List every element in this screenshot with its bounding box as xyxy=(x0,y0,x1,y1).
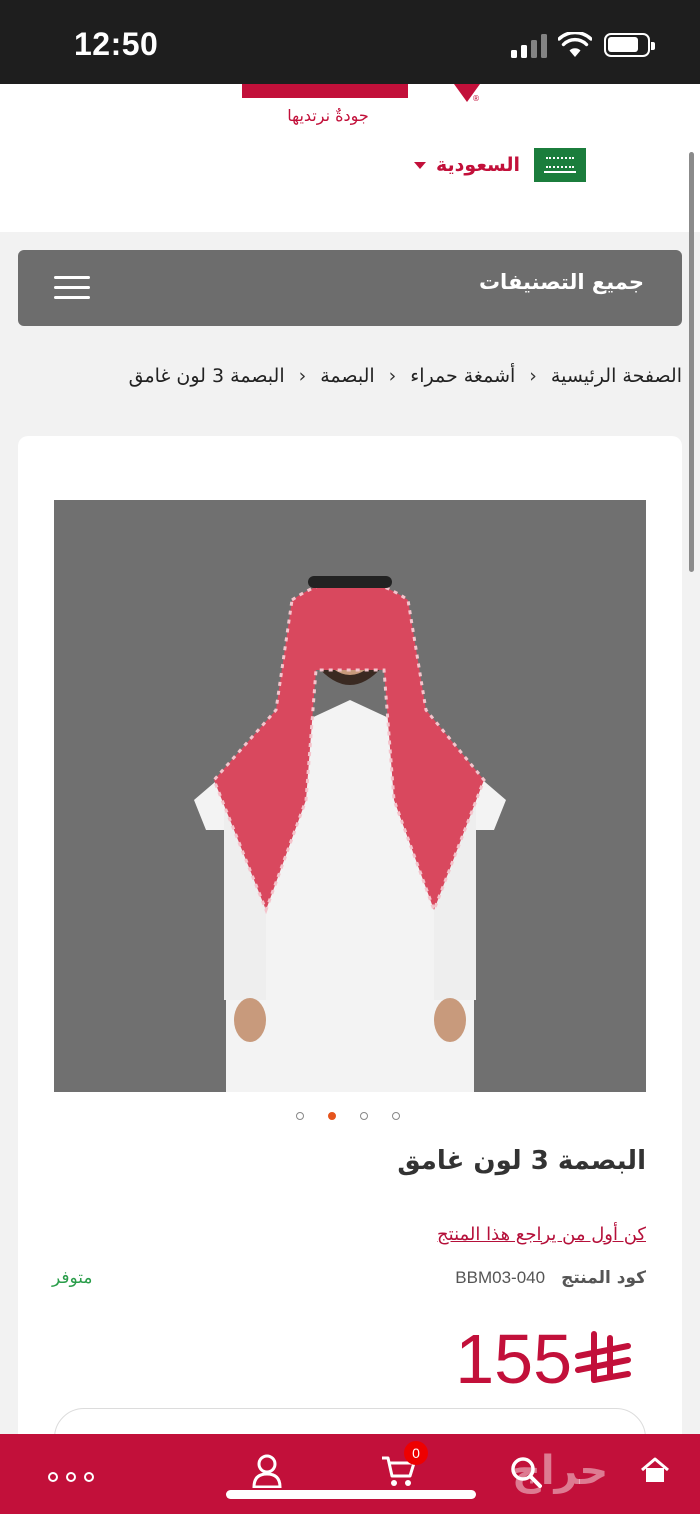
chevron-left-icon: ‹ xyxy=(388,365,397,387)
brand-logo[interactable] xyxy=(242,84,408,98)
categories-label: جميع التصنيفات xyxy=(478,270,644,294)
hamburger-icon[interactable] xyxy=(54,276,90,300)
saudi-riyal-icon xyxy=(575,1331,631,1383)
home-indicator xyxy=(226,1490,476,1499)
country-name: السعودية xyxy=(436,154,521,176)
signal-icon xyxy=(511,34,547,58)
sku-label: كود المنتج xyxy=(561,1268,646,1288)
product-photo[interactable] xyxy=(54,500,646,1092)
more-icon[interactable] xyxy=(48,1472,94,1482)
battery-icon xyxy=(604,33,655,57)
sku-value: BBM03-040 xyxy=(455,1268,546,1287)
status-time: 12:50 xyxy=(74,26,159,62)
country-selector[interactable]: السعودية xyxy=(414,148,587,182)
product-sku: كود المنتج BBM03-040 xyxy=(455,1268,646,1288)
categories-menu-button[interactable]: جميع التصنيفات xyxy=(18,250,682,326)
product-card: البصمة 3 لون غامق كن أول من يراجع هذا ال… xyxy=(18,436,682,1468)
carousel-dot[interactable] xyxy=(392,1112,400,1120)
saudi-flag-icon xyxy=(534,148,587,182)
product-title: البصمة 3 لون غامق xyxy=(397,1146,646,1176)
chevron-down-icon xyxy=(414,161,426,169)
account-icon[interactable] xyxy=(252,1454,282,1488)
carousel-dot-active[interactable] xyxy=(328,1112,336,1120)
site-header: ® جودةٌ نرتديها السعودية xyxy=(0,84,700,232)
product-price: 155 xyxy=(455,1324,646,1394)
home-icon[interactable] xyxy=(640,1456,670,1484)
carousel-dot[interactable] xyxy=(296,1112,304,1120)
wifi-icon xyxy=(558,32,592,57)
price-value: 155 xyxy=(455,1320,572,1398)
chevron-left-icon: ‹ xyxy=(298,365,307,387)
page-scrollbar[interactable] xyxy=(689,152,694,572)
breadcrumb-subcategory[interactable]: البصمة xyxy=(320,365,374,387)
brand-tagline: جودةٌ نرتديها xyxy=(287,106,369,125)
chevron-left-icon: ‹ xyxy=(529,365,537,387)
haraj-watermark: حراج xyxy=(512,1448,609,1494)
stock-status: متوفر xyxy=(52,1268,93,1288)
breadcrumb-current: البصمة 3 لون غامق xyxy=(128,365,285,387)
carousel-dot[interactable] xyxy=(360,1112,368,1120)
first-review-link[interactable]: كن أول من يراجع هذا المنتج xyxy=(437,1224,646,1245)
breadcrumb: الصفحة الرئيسية ‹ أشمغة حمراء ‹ البصمة ‹ البصم… xyxy=(40,360,682,392)
carousel-dots xyxy=(296,1112,400,1122)
status-bar: 12:50 xyxy=(0,0,700,84)
breadcrumb-home[interactable]: الصفحة الرئيسية xyxy=(551,365,682,387)
cart-count-badge: 0 xyxy=(404,1441,428,1465)
breadcrumb-category[interactable]: أشمغة حمراء xyxy=(410,365,515,387)
